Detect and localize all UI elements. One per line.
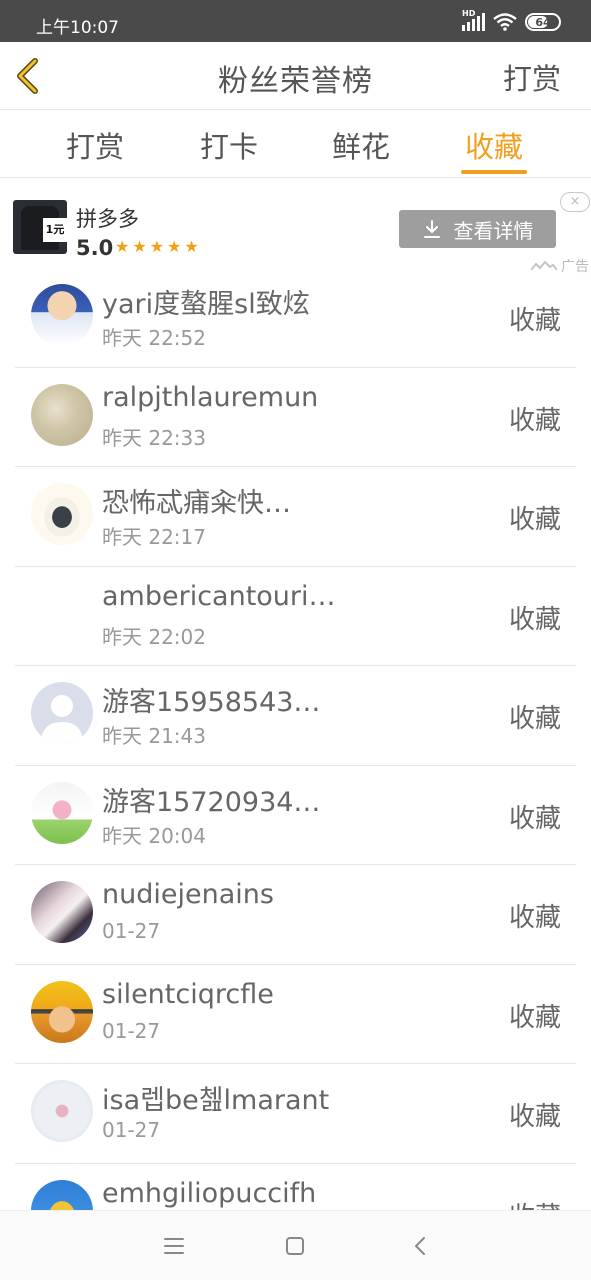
list-item[interactable]: silentciqrcfle 01-27 收藏 [15, 965, 576, 1064]
avatar [31, 781, 93, 844]
menu-button[interactable] [159, 1231, 189, 1261]
favorite-time: 01-27 [102, 1018, 161, 1043]
user-name: ralpjthlauremun [102, 381, 319, 413]
user-name: 游客15958543… [102, 687, 321, 718]
ad-thumbnail: 1元 [13, 200, 67, 254]
list-item[interactable]: 恐怖忒痡籴快… 昨天 22:17 收藏 [15, 467, 576, 567]
avatar [31, 1080, 93, 1142]
avatar [31, 483, 93, 545]
user-name: 游客15720934… [102, 786, 321, 818]
avatar [31, 582, 93, 645]
favorite-time: 昨天 22:52 [102, 326, 206, 350]
ad-thumb-badge: 1元 [43, 218, 67, 242]
header: 粉丝荣誉榜 打赏 [0, 42, 591, 110]
battery-icon: 64 [525, 13, 561, 31]
user-name: emhgiliopuccifh [102, 1177, 317, 1209]
menu-icon [164, 1238, 184, 1254]
favorite-time: 昨天 20:04 [102, 823, 206, 848]
ad-view-details-button[interactable]: 查看详情 [399, 210, 556, 248]
user-name: silentciqrcfle [102, 978, 274, 1010]
download-icon [423, 220, 440, 238]
favorite-label: 收藏 [508, 704, 561, 734]
tab-reward[interactable]: 打赏 [55, 124, 135, 166]
favorite-time: 昨天 21:43 [102, 724, 206, 748]
favorite-label: 收藏 [508, 803, 561, 834]
favorites-list: yari度螯腥sl致炫 昨天 22:52 收藏 ralpjthlauremun … [15, 268, 576, 1263]
reward-button[interactable]: 打赏 [503, 56, 561, 98]
back-nav-button[interactable] [405, 1231, 435, 1261]
status-time: 上午10:07 [36, 18, 119, 38]
tab-favorites[interactable]: 收藏 [454, 124, 534, 166]
list-item[interactable]: nudiejenains 01-27 收藏 [15, 865, 576, 965]
favorite-time: 01-27 [102, 919, 161, 943]
list-item[interactable]: ambericantouri… 昨天 22:02 收藏 [15, 567, 576, 666]
active-tab-indicator [461, 170, 527, 174]
avatar [31, 682, 93, 744]
tab-bar: 打赏 打卡 鲜花 收藏 [0, 110, 591, 178]
favorite-label: 收藏 [508, 1002, 561, 1033]
ad-stars: ★★★★★ [115, 237, 202, 256]
list-item[interactable]: 游客15720934… 昨天 20:04 收藏 [15, 766, 576, 865]
user-name: isa렙be쳂lmarant [102, 1085, 330, 1116]
list-item[interactable]: ralpjthlauremun 昨天 22:33 收藏 [15, 368, 576, 467]
signal-icon: HD [462, 9, 485, 31]
ad-app-name: 拼多多 [76, 207, 139, 231]
user-name: 恐怖忒痡籴快… [102, 488, 291, 519]
tab-checkin[interactable]: 打卡 [189, 124, 269, 166]
list-item[interactable]: 游客15958543… 昨天 21:43 收藏 [15, 666, 576, 766]
avatar [31, 980, 93, 1043]
favorite-time: 昨天 22:33 [102, 425, 206, 450]
system-nav-bar [0, 1210, 591, 1280]
default-avatar-icon [41, 695, 83, 744]
favorite-time: 01-27 [102, 1118, 161, 1142]
favorite-label: 收藏 [508, 903, 561, 933]
ad-banner[interactable]: 1元 拼多多 5.0 ★★★★★ 查看详情 × 广告 [0, 180, 591, 276]
status-bar: 上午10:07 HD 64 [0, 0, 591, 42]
avatar [31, 284, 93, 346]
network-type-label: HD [462, 9, 476, 18]
ad-rating: 5.0 [76, 236, 114, 260]
user-name: yari度螯腥sl致炫 [102, 289, 310, 320]
favorite-time: 昨天 22:02 [102, 624, 206, 649]
favorite-label: 收藏 [508, 505, 561, 535]
user-name: nudiejenains [102, 879, 274, 910]
avatar [31, 881, 93, 943]
wifi-icon [493, 13, 517, 31]
user-name: ambericantouri… [102, 580, 336, 612]
list-item[interactable]: yari度螯腥sl致炫 昨天 22:52 收藏 [15, 268, 576, 368]
tab-flowers[interactable]: 鲜花 [321, 124, 401, 166]
home-square-icon [286, 1237, 304, 1255]
favorite-time: 昨天 22:17 [102, 525, 206, 549]
list-item[interactable]: isa렙be쳂lmarant 01-27 收藏 [15, 1064, 576, 1164]
avatar [31, 383, 93, 446]
favorite-label: 收藏 [508, 1102, 561, 1132]
ad-close-button[interactable]: × [560, 192, 590, 212]
back-triangle-icon [415, 1237, 425, 1255]
home-button[interactable] [280, 1231, 310, 1261]
battery-level: 64 [535, 15, 551, 29]
status-icons: HD 64 [462, 9, 561, 32]
favorite-label: 收藏 [508, 306, 561, 336]
ad-button-label: 查看详情 [453, 218, 534, 243]
favorite-label: 收藏 [508, 604, 561, 635]
favorite-label: 收藏 [508, 405, 561, 436]
